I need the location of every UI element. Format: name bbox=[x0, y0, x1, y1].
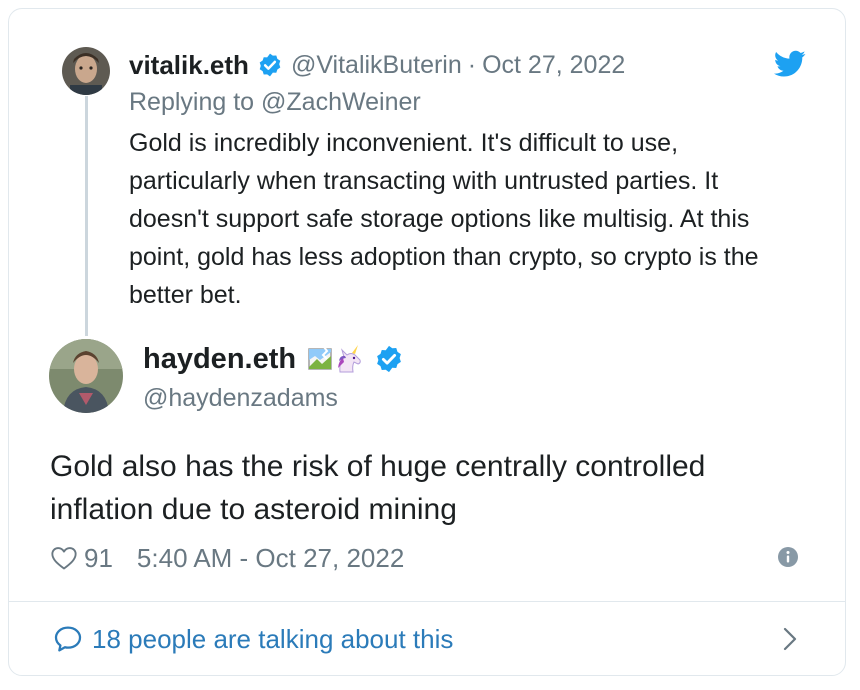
replying-prefix: Replying to bbox=[129, 88, 255, 116]
separator-dot: · bbox=[467, 50, 477, 79]
tweet-text: Gold also has the risk of huge centrally… bbox=[50, 450, 706, 526]
chevron-right-icon[interactable] bbox=[780, 625, 800, 653]
tweet-meta-row: 91 5:40 AM - Oct 27, 2022 bbox=[50, 540, 404, 576]
thread-connector-line bbox=[85, 96, 88, 336]
heart-icon[interactable] bbox=[50, 544, 78, 572]
tweet-timestamp[interactable]: 5:40 AM - Oct 27, 2022 bbox=[137, 543, 404, 574]
unicorn-icon bbox=[334, 344, 364, 374]
footer-divider bbox=[9, 601, 845, 602]
verified-icon bbox=[374, 344, 404, 374]
parent-tweet-date[interactable]: Oct 27, 2022 bbox=[482, 51, 625, 80]
parent-author-name[interactable]: vitalik.eth bbox=[129, 50, 249, 81]
conversation-count-label[interactable]: 18 people are talking about this bbox=[92, 624, 453, 655]
parent-tweet-text: Gold is incredibly inconvenient. It's di… bbox=[129, 129, 759, 309]
tweet-author-header: hayden.eth bbox=[143, 339, 404, 379]
tweet-author-name[interactable]: hayden.eth bbox=[143, 343, 296, 376]
tweet-author-handle[interactable]: @haydenzadams bbox=[143, 384, 338, 413]
replying-to-line: Replying to @ZachWeiner bbox=[129, 88, 421, 117]
speech-bubble-icon bbox=[52, 623, 84, 655]
replying-to-mention[interactable]: @ZachWeiner bbox=[261, 88, 421, 116]
parent-tweet-header: vitalik.eth @VitalikButerin · Oct 27, 20… bbox=[129, 49, 625, 81]
twitter-bird-icon[interactable] bbox=[774, 50, 806, 78]
info-icon[interactable] bbox=[777, 546, 799, 568]
like-count[interactable]: 91 bbox=[84, 543, 113, 574]
conversation-link[interactable]: 18 people are talking about this bbox=[52, 621, 453, 657]
avatar-photo-hayden bbox=[49, 339, 123, 413]
parent-author-handle[interactable]: @VitalikButerin bbox=[291, 51, 462, 80]
parent-author-avatar[interactable] bbox=[62, 47, 110, 95]
avatar-photo-vitalik bbox=[62, 47, 110, 95]
verified-icon bbox=[257, 52, 283, 78]
broken-image-icon bbox=[308, 346, 334, 372]
tweet-author-avatar[interactable] bbox=[49, 339, 123, 413]
